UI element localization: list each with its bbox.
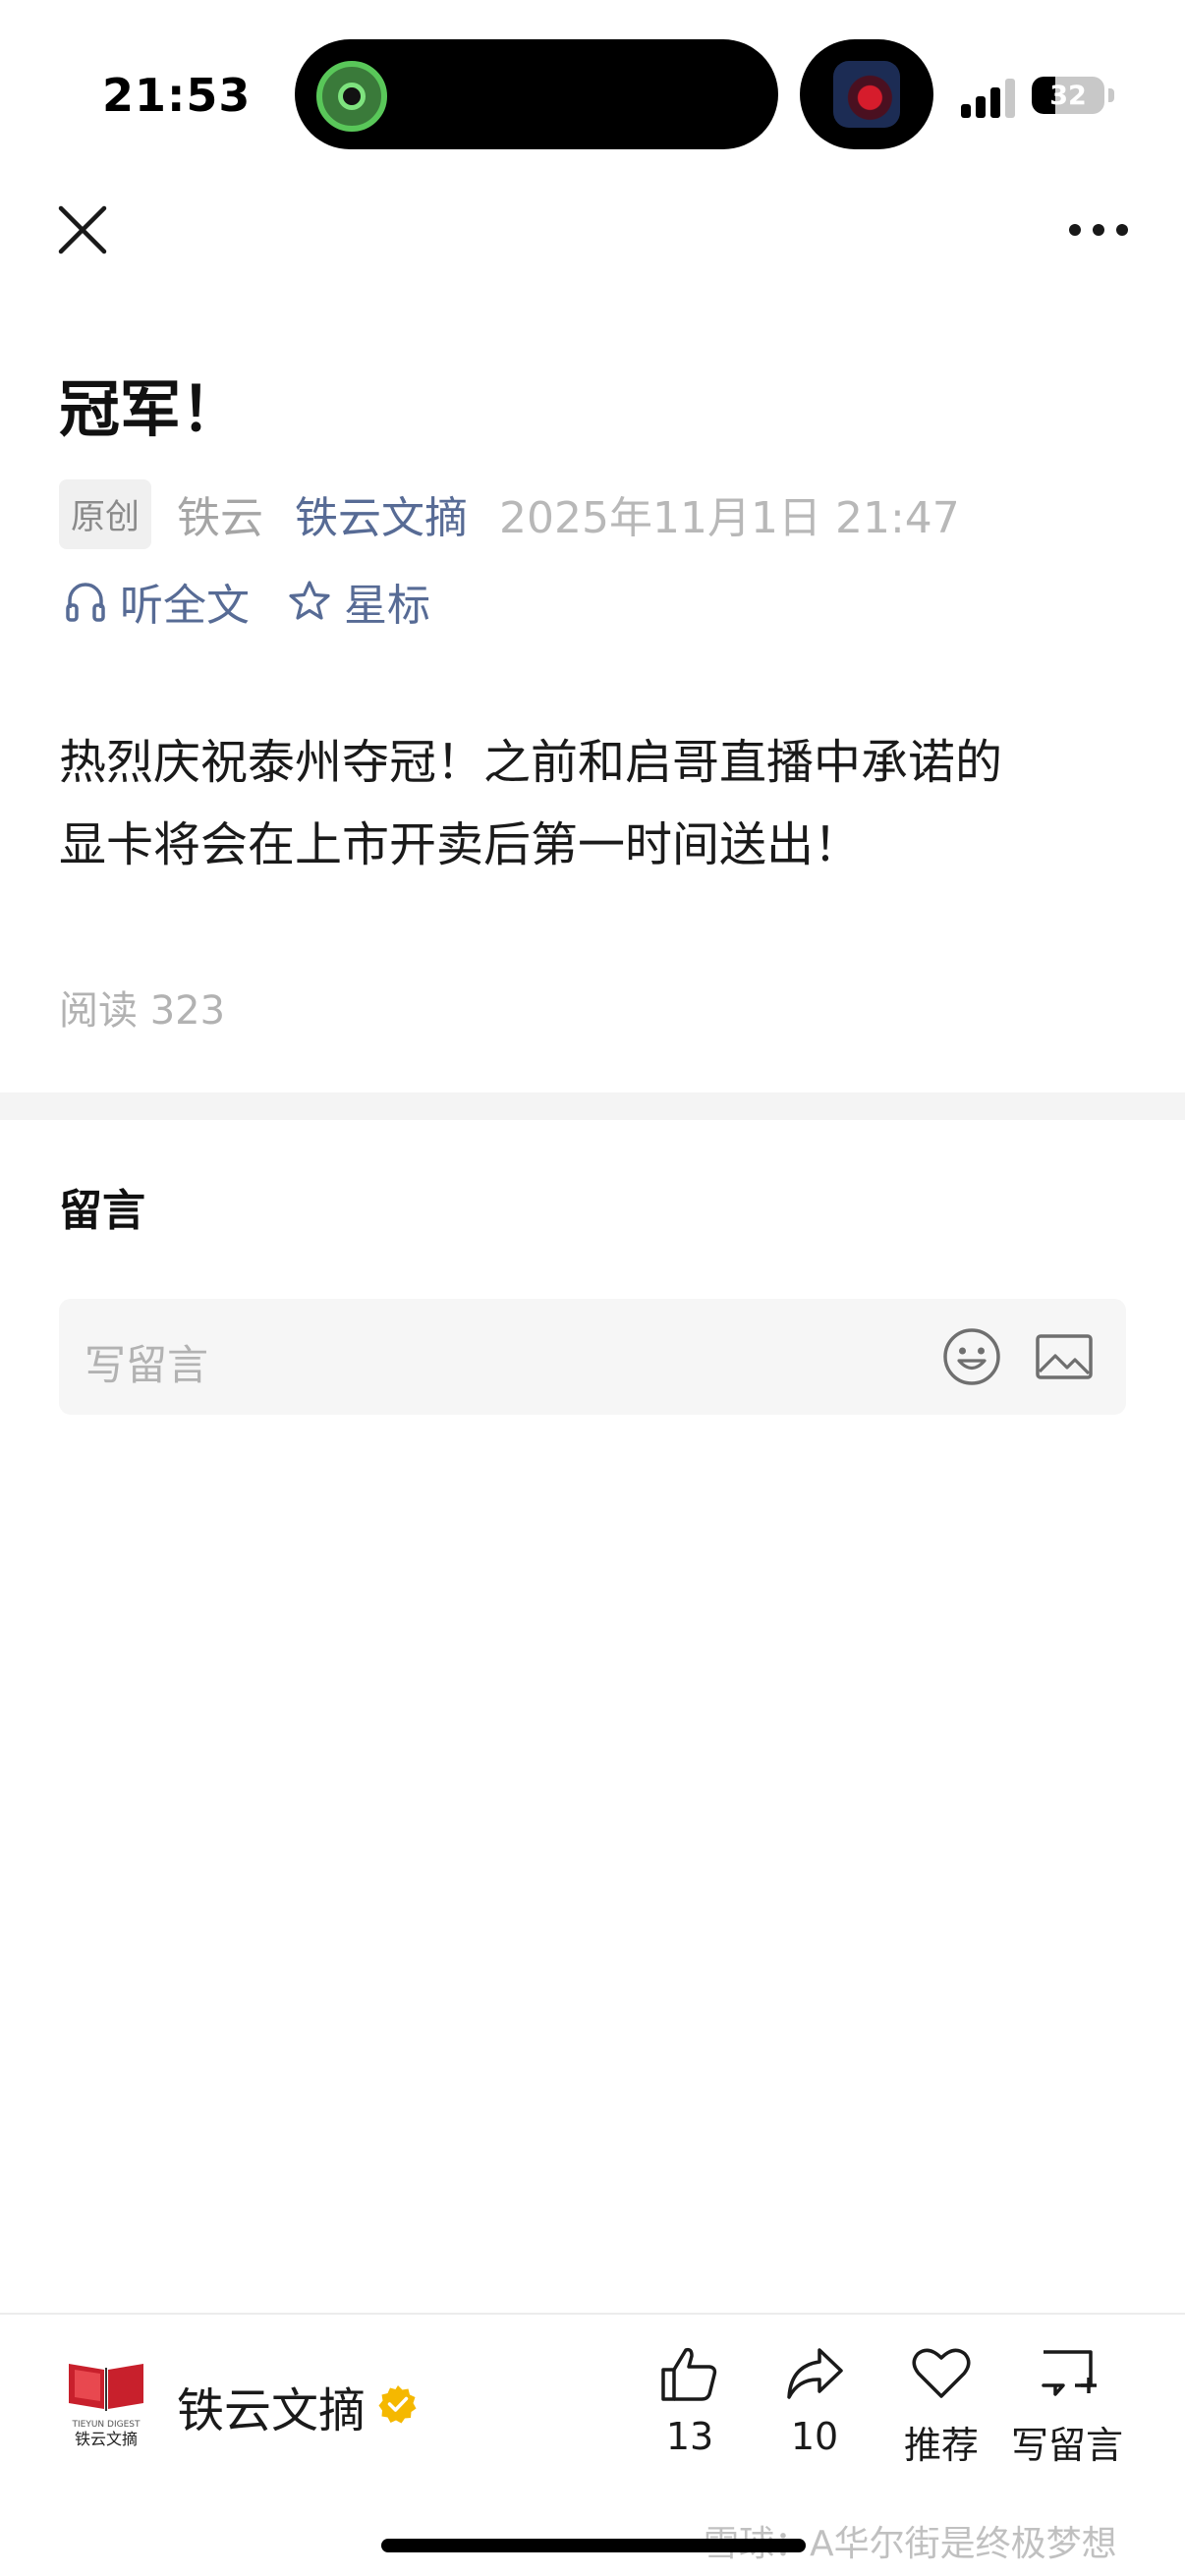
comment-input[interactable]: 写留言: [59, 1299, 1126, 1415]
author-name: 铁云: [177, 493, 264, 543]
live-activity-icon: [316, 61, 387, 132]
comment-placeholder: 写留言: [85, 1341, 209, 1389]
read-count: 阅读 323: [59, 988, 226, 1034]
home-indicator[interactable]: [381, 2539, 806, 2552]
battery-cap: [1108, 88, 1114, 102]
account-logo[interactable]: TIEYUN DIGEST 铁云文摘: [61, 2352, 151, 2450]
recommend-label: 推荐: [903, 2424, 979, 2467]
bottom-bar-divider: [0, 2313, 1185, 2315]
emoji-button[interactable]: [941, 1326, 1002, 1387]
cellular-signal-icon: [961, 75, 1016, 118]
svg-text:TIEYUN DIGEST: TIEYUN DIGEST: [72, 2420, 141, 2430]
article-body-line: 显卡将会在上市开卖后第一时间送出！: [59, 817, 862, 872]
account-name[interactable]: 铁云文摘: [177, 2372, 366, 2440]
share-count: 10: [790, 2415, 839, 2458]
close-button[interactable]: [53, 200, 112, 259]
comments-title: 留言: [59, 1186, 145, 1236]
verified-icon: [378, 2385, 417, 2424]
original-badge: 原创: [59, 478, 152, 549]
thumbs-up-icon: [661, 2347, 717, 2401]
status-time: 21:53: [102, 69, 252, 122]
close-icon: [58, 205, 107, 254]
more-options-button[interactable]: [1069, 210, 1134, 250]
battery-percent: 32: [1049, 81, 1087, 111]
write-comment-button[interactable]: 写留言: [1008, 2342, 1126, 2470]
media-thumbnail-icon: [833, 61, 900, 128]
share-button[interactable]: 10: [756, 2342, 874, 2470]
like-button[interactable]: 13: [631, 2342, 749, 2470]
section-divider: [0, 1092, 1185, 1120]
comment-add-icon: [1042, 2350, 1097, 2396]
battery-icon: 32: [1032, 77, 1104, 114]
image-button[interactable]: [1034, 1328, 1095, 1385]
emoji-icon: [943, 1328, 1000, 1385]
headphones-icon: [66, 583, 105, 622]
like-count: 13: [665, 2415, 714, 2458]
article-meta: 原创 铁云 铁云文摘 2025年11月1日 21:47: [59, 478, 960, 549]
publish-date: 2025年11月1日 21:47: [499, 493, 960, 543]
star-icon: [289, 581, 330, 620]
article-body: 热烈庆祝泰州夺冠！之前和启哥直播中承诺的 显卡将会在上市开卖后第一时间送出！: [59, 721, 1140, 886]
more-icon: [1069, 224, 1081, 236]
article-screen: 21:53 32 冠军！ 原创 铁云 铁云文摘 2025年11月1日 21:47: [0, 0, 1185, 2576]
svg-text:铁云文摘: 铁云文摘: [75, 2430, 138, 2448]
listen-label: 听全文: [120, 581, 250, 631]
account-link[interactable]: 铁云文摘: [295, 482, 468, 545]
article-actions: 听全文 星标: [63, 570, 468, 633]
share-icon: [787, 2348, 843, 2399]
recommend-button[interactable]: 推荐: [882, 2342, 1000, 2470]
star-button[interactable]: 星标: [287, 570, 430, 633]
listen-button[interactable]: 听全文: [63, 570, 250, 633]
star-label: 星标: [344, 581, 430, 631]
book-logo-icon: TIEYUN DIGEST 铁云文摘: [69, 2364, 143, 2448]
article-body-line: 热烈庆祝泰州夺冠！之前和启哥直播中承诺的: [59, 735, 1003, 790]
write-comment-label: 写留言: [1010, 2424, 1123, 2467]
image-icon: [1036, 1334, 1093, 1379]
heart-icon: [912, 2348, 971, 2398]
verified-badge: [377, 2383, 419, 2425]
article-title: 冠军！: [59, 373, 243, 445]
